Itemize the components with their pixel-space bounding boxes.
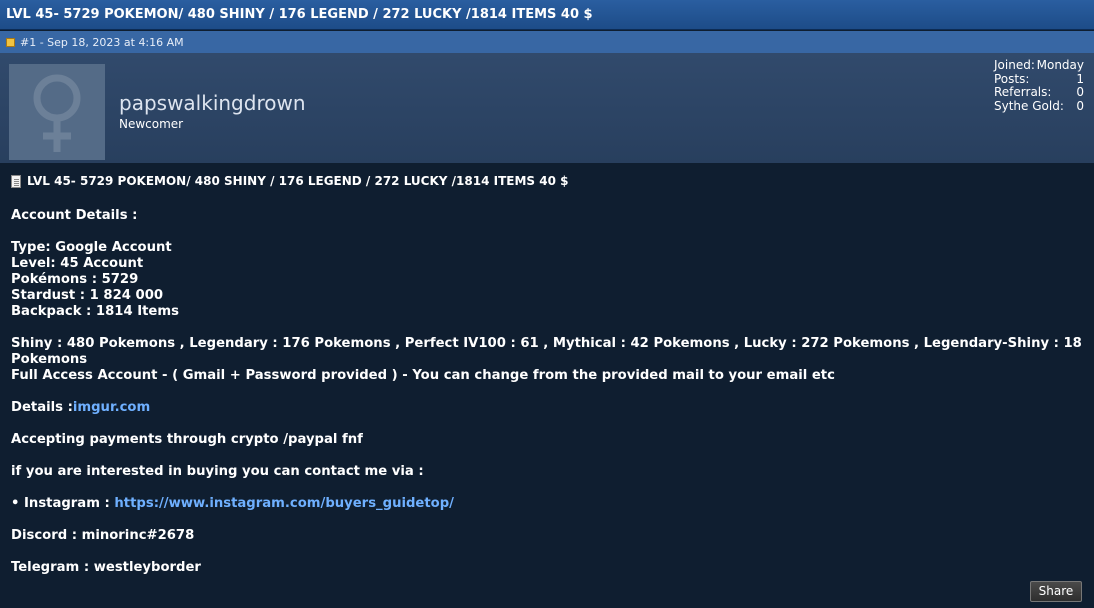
username[interactable]: papswalkingdrown [119, 91, 306, 115]
post-icon [6, 37, 15, 47]
pokemon-count: Pokémons : 5729 [11, 272, 139, 287]
stat-joined: Joined: Monday [994, 58, 1084, 72]
female-symbol-icon [33, 74, 81, 152]
post-body: LVL 45- 5729 POKEMON/ 480 SHINY / 176 LE… [11, 170, 1086, 576]
avatar[interactable] [9, 64, 105, 160]
stardust: Stardust : 1 824 000 [11, 288, 164, 303]
full-access-note: Full Access Account - ( Gmail + Password… [11, 368, 835, 383]
account-type: Type: Google Account [11, 240, 172, 255]
instagram-link[interactable]: https://www.instagram.com/buyers_guideto… [114, 496, 454, 511]
telegram-contact: Telegram : westleyborder [11, 560, 201, 575]
discord-contact: Discord : minorinc#2678 [11, 528, 195, 543]
details-link[interactable]: imgur.com [73, 400, 150, 415]
post-permalink[interactable]: #1 - Sep 18, 2023 at 4:16 AM [20, 36, 184, 49]
share-button[interactable]: Share [1030, 581, 1082, 602]
backpack: Backpack : 1814 Items [11, 304, 179, 319]
account-details-heading: Account Details : [11, 208, 138, 223]
instagram-label: • Instagram : [11, 496, 115, 511]
payments-note: Accepting payments through crypto /paypa… [11, 432, 363, 447]
contact-intro: if you are interested in buying you can … [11, 464, 424, 479]
user-title: Newcomer [119, 117, 184, 131]
thread-title: LVL 45- 5729 POKEMON/ 480 SHINY / 176 LE… [0, 0, 1094, 30]
post-title-line: LVL 45- 5729 POKEMON/ 480 SHINY / 176 LE… [11, 170, 1086, 192]
post-title: LVL 45- 5729 POKEMON/ 480 SHINY / 176 LE… [27, 174, 569, 188]
details-line: Details :imgur.com [11, 400, 1086, 416]
post-meta-bar: #1 - Sep 18, 2023 at 4:16 AM [0, 31, 1094, 53]
account-level: Level: 45 Account [11, 256, 144, 271]
stat-referrals: Referrals: 0 [994, 85, 1084, 99]
document-icon [11, 174, 21, 188]
instagram-line: • Instagram : https://www.instagram.com/… [11, 496, 1086, 512]
user-stats: Joined: Monday Posts: 1 Referrals: 0 Syt… [994, 58, 1084, 113]
details-label: Details : [11, 400, 73, 415]
stat-sythe-gold: Sythe Gold: 0 [994, 98, 1084, 113]
stat-posts: Posts: 1 [994, 71, 1084, 86]
user-panel: papswalkingdrown Newcomer Joined: Monday… [0, 53, 1094, 163]
pokemon-summary: Shiny : 480 Pokemons , Legendary : 176 P… [11, 336, 1082, 367]
